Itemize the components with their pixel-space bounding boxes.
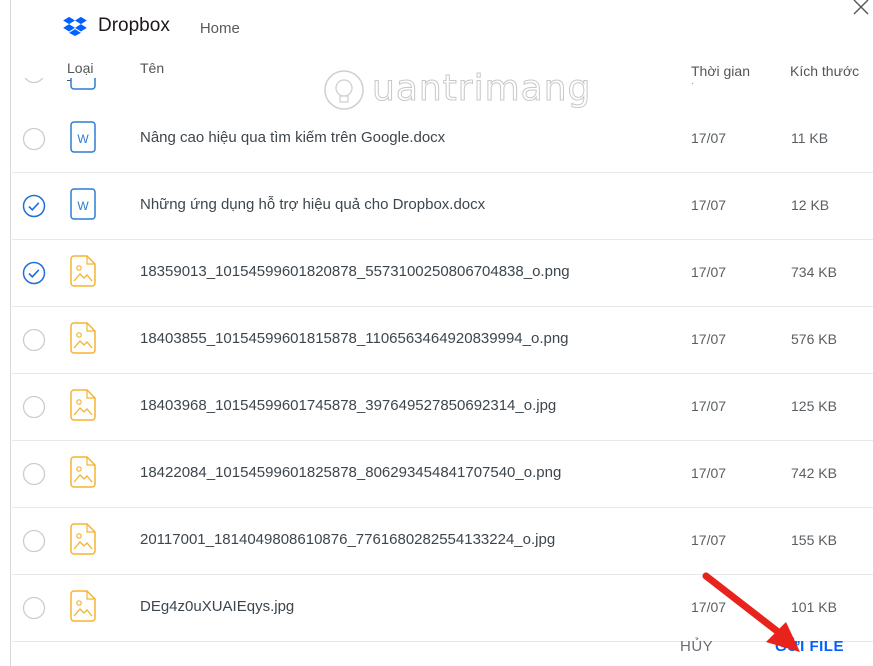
list-item-partial: · — [12, 78, 873, 106]
image-file-icon — [70, 523, 96, 555]
checked-circle-icon[interactable] — [22, 261, 46, 285]
file-size: 155 KB — [791, 532, 837, 548]
app-title: Dropbox — [98, 15, 170, 36]
file-name: 18422084_10154599601825878_8062934548417… — [140, 464, 562, 481]
empty-circle-icon[interactable] — [22, 395, 46, 419]
empty-circle-icon[interactable] — [22, 328, 46, 352]
file-row[interactable]: 18422084_10154599601825878_8062934548417… — [12, 441, 873, 508]
file-date: 17/07 — [691, 331, 727, 347]
file-row[interactable]: 18359013_10154599601820878_5573100250806… — [12, 240, 873, 307]
file-name: 18359013_10154599601820878_5573100250806… — [140, 263, 570, 280]
word-document-icon: W — [70, 188, 96, 220]
file-size: 125 KB — [791, 398, 837, 414]
file-size: 742 KB — [791, 465, 837, 481]
image-file-icon — [70, 456, 96, 488]
empty-circle-icon[interactable] — [22, 462, 46, 486]
file-row[interactable]: W Những ứng dụng hỗ trợ hiệu quả cho Drop… — [12, 173, 873, 240]
file-size: 11 KB — [791, 130, 829, 146]
word-document-icon: W — [70, 121, 96, 153]
window-left-border — [0, 0, 11, 666]
file-list: W Nâng cao hiệu qua tìm kiếm trên Google.… — [12, 106, 873, 642]
file-date: 17/07 — [691, 264, 727, 280]
file-size: 576 KB — [791, 331, 837, 347]
file-date: 17/07 — [691, 532, 727, 548]
file-name: 18403968_10154599601745878_3976495278506… — [140, 397, 557, 414]
svg-text:W: W — [77, 132, 89, 146]
file-date: 17/07 — [691, 130, 727, 146]
dropbox-logo-icon — [63, 16, 87, 36]
file-date: 17/07 — [691, 197, 727, 213]
word-document-icon — [70, 78, 96, 90]
empty-circle-icon[interactable] — [22, 78, 46, 84]
file-row[interactable]: 18403968_10154599601745878_3976495278506… — [12, 374, 873, 441]
file-size: 12 KB — [791, 197, 830, 213]
file-row[interactable]: 18403855_10154599601815878_1106563464920… — [12, 307, 873, 374]
empty-circle-icon[interactable] — [22, 127, 46, 151]
red-arrow-annotation — [702, 572, 800, 652]
file-size: 734 KB — [791, 264, 837, 280]
image-file-icon — [70, 389, 96, 421]
empty-circle-icon[interactable] — [22, 529, 46, 553]
image-file-icon — [70, 255, 96, 287]
file-name: 20117001_1814049808610876_77616802825541… — [140, 531, 556, 548]
file-row[interactable]: 20117001_1814049808610876_77616802825541… — [12, 508, 873, 575]
file-name: 18403855_10154599601815878_1106563464920… — [140, 330, 569, 347]
file-date: 17/07 — [691, 398, 727, 414]
header: Dropbox Home — [62, 8, 240, 44]
breadcrumb-home[interactable]: Home — [200, 20, 240, 37]
file-name: Những ứng dụng hỗ trợ hiệu quả cho Dropb… — [140, 196, 486, 213]
file-row[interactable]: W Nâng cao hiệu qua tìm kiếm trên Google.… — [12, 106, 873, 173]
checked-circle-icon[interactable] — [22, 194, 46, 218]
file-name: Nâng cao hiệu qua tìm kiếm trên Google.d… — [140, 129, 446, 146]
close-icon[interactable] — [848, 0, 873, 20]
file-date: 17/07 — [691, 465, 727, 481]
image-file-icon — [70, 322, 96, 354]
svg-text:W: W — [77, 199, 89, 213]
